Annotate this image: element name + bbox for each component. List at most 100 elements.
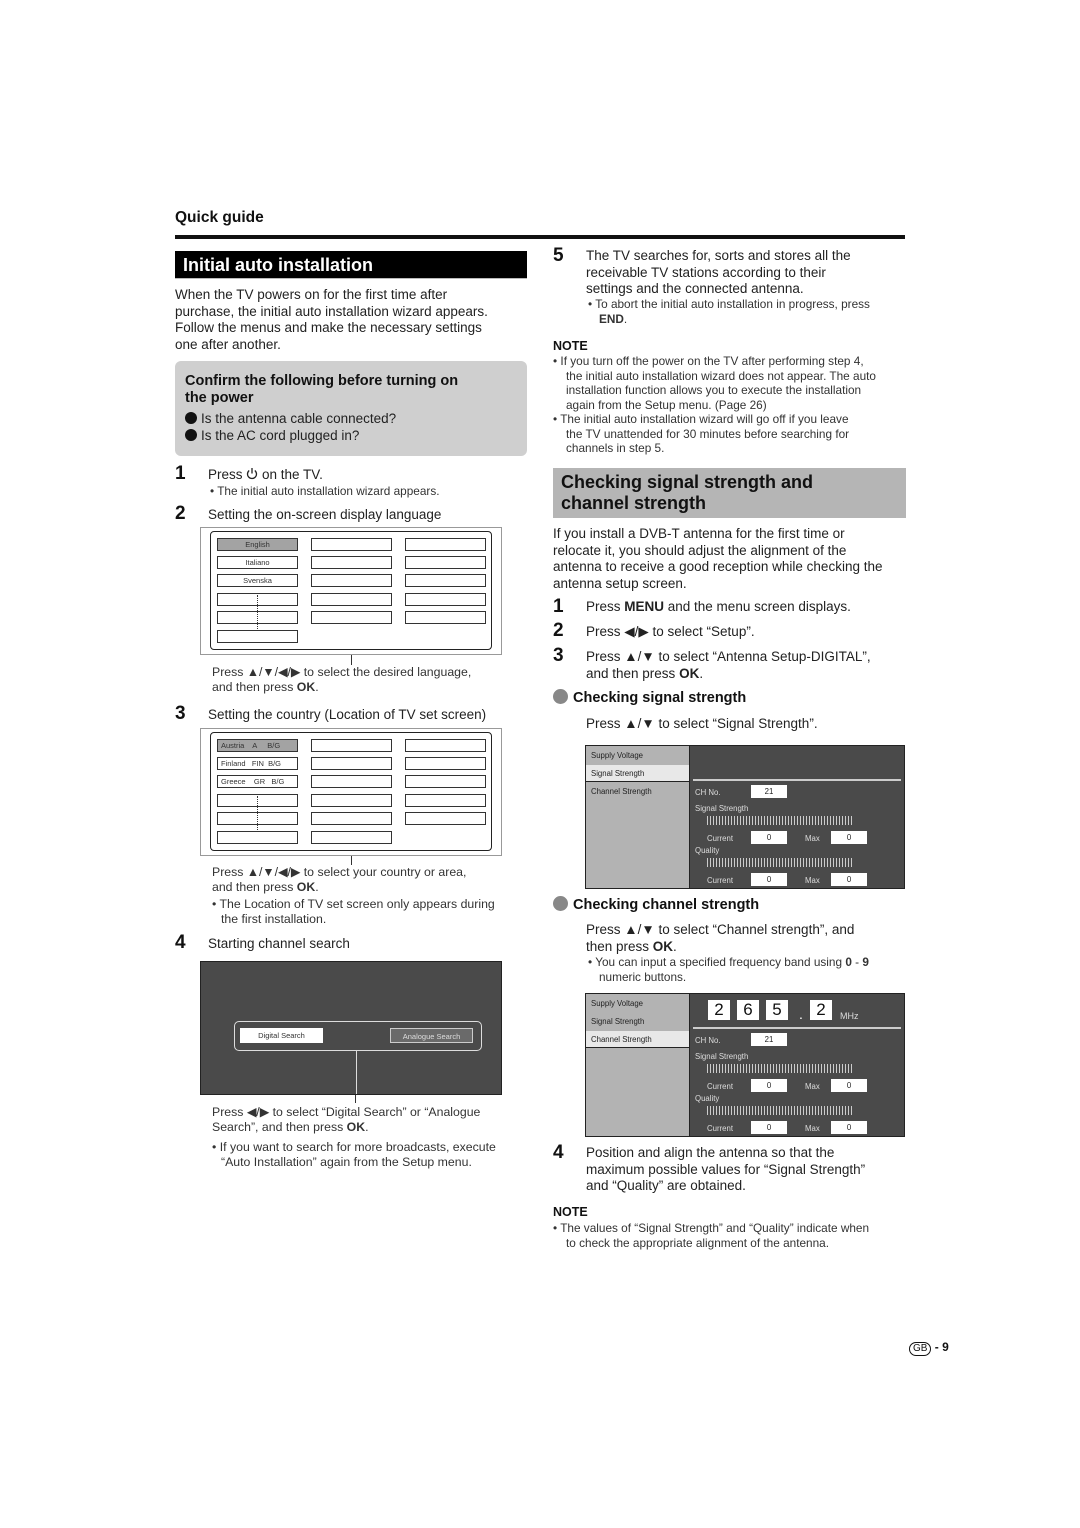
search-options-frame: Digital Search Analogue Search	[234, 1021, 482, 1051]
bullet-text: The initial auto installation wizard app…	[217, 484, 440, 498]
note-heading: NOTE	[553, 1205, 588, 1219]
language-option[interactable]	[405, 556, 486, 569]
language-option[interactable]	[311, 611, 392, 624]
step-number: 1	[175, 463, 186, 484]
menu-item-signal-strength[interactable]: Signal Strength	[586, 765, 689, 782]
frequency-digit[interactable]: 5	[766, 1000, 788, 1020]
digital-search-button[interactable]: Digital Search	[240, 1028, 323, 1043]
country-option[interactable]	[311, 794, 392, 807]
bullet-text: .	[623, 311, 628, 326]
intro-line: If you install a DVB-T antenna for the f…	[553, 526, 845, 541]
channel-search-screen: Digital Search Analogue Search	[200, 961, 502, 1095]
caption-text: .	[315, 879, 319, 894]
note-text: installation function allows you to exec…	[566, 383, 862, 397]
bullet-icon	[553, 896, 568, 911]
intro-line: antenna to receive a good reception whil…	[553, 559, 883, 574]
step-text: .	[699, 665, 704, 681]
section-heading-line: channel strength	[561, 493, 707, 513]
caption-text: and then press	[212, 879, 297, 894]
panel-menu: Supply Voltage Signal Strength Channel S…	[586, 994, 690, 1136]
menu-item-supply-voltage[interactable]: Supply Voltage	[586, 747, 689, 764]
confirm-title: Confirm the following before turning on	[185, 373, 459, 389]
page-title: Initial auto installation	[175, 251, 527, 279]
step-3-bullet: • The Location of TV set screen only app…	[212, 897, 495, 926]
divider	[693, 779, 901, 781]
caption-text: Search”, and then press	[212, 1119, 347, 1134]
bullet-icon	[553, 689, 568, 704]
country-option[interactable]: Austria A B/G	[217, 739, 298, 752]
ok-key: OK	[652, 938, 674, 954]
language-option[interactable]	[217, 630, 298, 643]
country-option[interactable]	[311, 775, 392, 788]
ch-label: CH No.	[695, 788, 721, 797]
signal-max-value: 0	[831, 1079, 867, 1092]
language-option[interactable]	[311, 556, 392, 569]
step-4-bullet: • If you want to search for more broadca…	[212, 1140, 496, 1169]
bullet-text: To abort the initial auto installation i…	[595, 297, 870, 311]
callout-line	[356, 1050, 357, 1094]
note-text: The initial auto installation wizard wil…	[560, 412, 849, 426]
intro-line: When the TV powers on for the first time…	[175, 287, 448, 302]
language-option[interactable]: English	[217, 538, 298, 551]
language-option[interactable]	[405, 538, 486, 551]
step-3-text: Setting the country (Location of TV set …	[208, 707, 487, 722]
section-label: Quick guide	[175, 209, 264, 226]
language-option[interactable]	[405, 611, 486, 624]
region-badge: GB	[909, 1342, 932, 1356]
frequency-digit[interactable]: 6	[737, 1000, 759, 1020]
country-option[interactable]	[311, 739, 392, 752]
confirm-title-line2: the power	[185, 390, 254, 406]
country-option[interactable]	[405, 757, 486, 770]
ch-value: 21	[751, 1033, 787, 1046]
language-option[interactable]	[405, 593, 486, 606]
country-option[interactable]	[311, 831, 392, 844]
country-option[interactable]	[405, 775, 486, 788]
country-option[interactable]: Finland FIN B/G	[217, 757, 298, 770]
step-number: 2	[553, 620, 564, 641]
country-option[interactable]	[311, 812, 392, 825]
ok-key: OK	[296, 679, 316, 694]
language-option[interactable]	[311, 574, 392, 587]
menu-item-signal-strength[interactable]: Signal Strength	[586, 1013, 689, 1030]
section-heading-line: Checking signal strength and	[561, 472, 814, 492]
menu-item-channel-strength[interactable]: Channel Strength	[586, 1031, 689, 1048]
country-option[interactable]	[311, 757, 392, 770]
instruction-line: Press ▲/▼ to select “Channel strength”, …	[586, 922, 855, 937]
frequency-digit[interactable]: 2	[810, 1000, 832, 1020]
ch-value: 21	[751, 785, 787, 798]
note-item: • The values of “Signal Strength” and “Q…	[553, 1221, 870, 1235]
bullet-text: the first installation.	[221, 911, 327, 926]
language-option[interactable]	[311, 538, 392, 551]
confirm-item: Is the antenna cable connected?	[185, 411, 517, 428]
caption-line: and then press OK.	[212, 680, 471, 695]
country-option[interactable]	[405, 794, 486, 807]
step-text: and the menu screen displays.	[664, 599, 851, 614]
ok-key: OK	[346, 1119, 366, 1134]
divider	[693, 1027, 901, 1029]
step-number: 4	[175, 932, 186, 953]
country-option[interactable]	[217, 831, 298, 844]
language-option[interactable]	[311, 593, 392, 606]
note-list: • The values of “Signal Strength” and “Q…	[553, 1221, 869, 1250]
frequency-digit[interactable]: 2	[708, 1000, 730, 1020]
subheading-text: Checking channel strength	[573, 897, 760, 913]
section-heading: Checking signal strength and channel str…	[553, 468, 906, 518]
caption-line: Search”, and then press OK.	[212, 1120, 480, 1135]
analogue-search-button[interactable]: Analogue Search	[390, 1028, 473, 1043]
step-2-text: Setting the on-screen display language	[208, 507, 442, 522]
note-text: The values of “Signal Strength” and “Qua…	[560, 1221, 870, 1235]
country-option[interactable]: Greece GR B/G	[217, 775, 298, 788]
country-option[interactable]	[405, 739, 486, 752]
country-option[interactable]	[405, 812, 486, 825]
language-option[interactable]	[405, 574, 486, 587]
instruction-text: then press	[586, 938, 653, 954]
step-text: and then press	[586, 665, 680, 681]
language-option[interactable]: Italiano	[217, 556, 298, 569]
signal-strength-panel: Supply Voltage Signal Strength Channel S…	[585, 745, 905, 889]
section-step-1: Press MENU and the menu screen displays.	[586, 599, 851, 616]
step-text: on the TV.	[258, 467, 323, 482]
menu-item-supply-voltage[interactable]: Supply Voltage	[586, 995, 689, 1012]
bullet-line: • The Location of TV set screen only app…	[212, 897, 495, 911]
menu-item-channel-strength[interactable]: Channel Strength	[586, 783, 689, 800]
language-option[interactable]: Svenska	[217, 574, 298, 587]
